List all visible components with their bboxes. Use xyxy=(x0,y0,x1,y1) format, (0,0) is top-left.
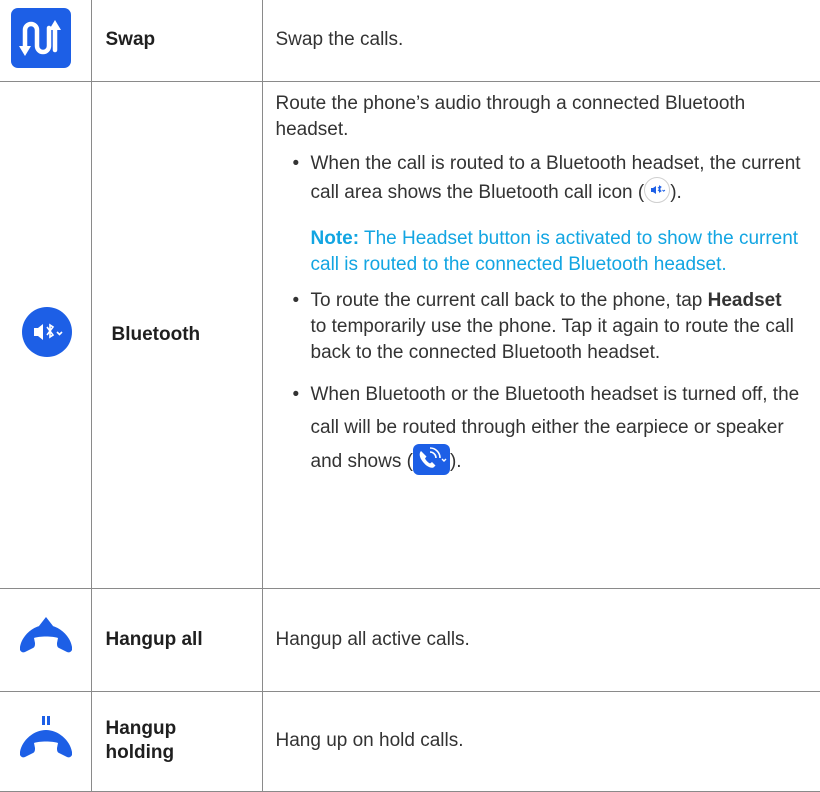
hangup-holding-icon xyxy=(16,714,76,769)
name-line: Hangup xyxy=(105,718,177,739)
feature-desc-hangup-holding: Hang up on hold calls. xyxy=(261,690,820,792)
bluetooth-call-icon xyxy=(644,176,671,203)
name-line: holding xyxy=(105,742,175,763)
bluetooth-audio-icon xyxy=(21,306,73,363)
feature-name-bluetooth: Bluetooth xyxy=(90,80,263,589)
bullet-text: ). xyxy=(670,181,682,203)
bullet-text: When the call is routed to a Bluetooth h… xyxy=(310,152,801,203)
features-table: Swap Swap the calls. Bluetooth Route the… xyxy=(0,0,820,792)
icon-cell xyxy=(0,0,92,82)
bullet-item: When Bluetooth or the Bluetooth headset … xyxy=(291,378,803,478)
feature-name-hangup-holding: Hangup holding xyxy=(90,690,263,792)
icon-cell xyxy=(0,587,92,692)
bullet-text: to temporarily use the phone. Tap it aga… xyxy=(310,315,794,363)
earpiece-call-icon xyxy=(412,443,450,475)
feature-name-hangup-all: Hangup all xyxy=(90,587,263,692)
bullet-item: When the call is routed to a Bluetooth h… xyxy=(291,151,803,206)
headset-bold: Headset xyxy=(707,289,782,311)
hangup-all-icon xyxy=(16,617,76,662)
feature-desc-swap: Swap the calls. xyxy=(261,0,820,82)
feature-desc-hangup-all: Hangup all active calls. xyxy=(261,587,820,692)
note-label: Note: xyxy=(310,227,360,249)
bullet-text: ). xyxy=(449,450,462,472)
bullet-text: To route the current call back to the ph… xyxy=(310,289,708,311)
table-row: Swap Swap the calls. xyxy=(0,0,820,82)
bullet-text: When Bluetooth or the Bluetooth headset … xyxy=(310,383,800,472)
note-text: The Headset button is activated to show … xyxy=(310,227,799,275)
table-row: Hangup all Hangup all active calls. xyxy=(0,587,820,692)
swap-icon xyxy=(11,7,71,73)
icon-cell xyxy=(0,690,92,792)
table-row: Bluetooth Route the phone’s audio throug… xyxy=(0,80,820,589)
icon-cell xyxy=(0,80,92,589)
table-row: Hangup holding Hang up on hold calls. xyxy=(0,690,820,792)
feature-name-swap: Swap xyxy=(90,0,263,82)
feature-desc-bluetooth: Route the phone’s audio through a connec… xyxy=(261,80,820,589)
bullet-item: To route the current call back to the ph… xyxy=(291,288,803,366)
bluetooth-intro: Route the phone’s audio through a connec… xyxy=(275,92,746,140)
note-block: Note: The Headset button is activated to… xyxy=(311,226,803,278)
